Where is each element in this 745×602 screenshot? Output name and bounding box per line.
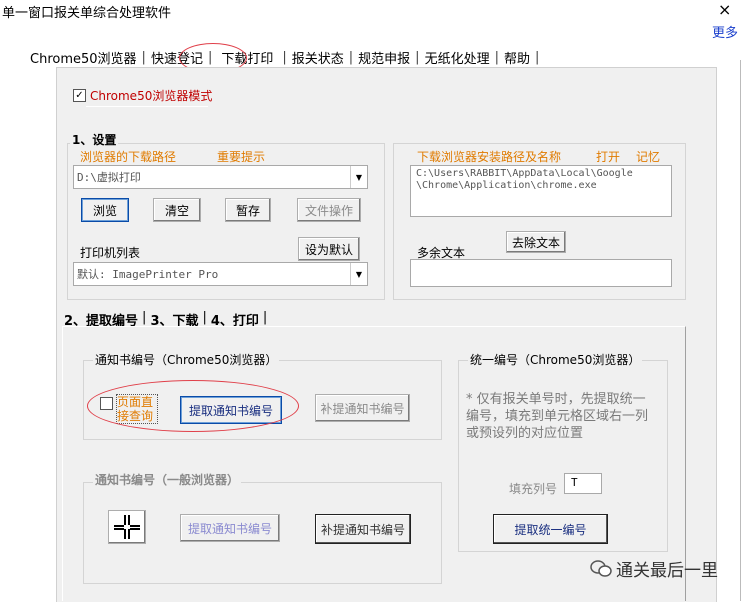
notice-chrome-title: 通知书编号（Chrome50浏览器） — [93, 351, 280, 368]
set-default-button[interactable]: 设为默认 — [298, 237, 360, 261]
fill-column-label: 填充列号 — [509, 482, 558, 496]
tab-customs-status[interactable]: 报关状态 — [290, 48, 346, 67]
open-link[interactable]: 打开 — [596, 148, 620, 165]
chevron-down-icon[interactable]: ▼ — [350, 166, 367, 188]
window-title: 单一窗口报关单综合处理软件 — [2, 6, 172, 21]
chrome-mode-checkbox-row[interactable]: ✓ Chrome50浏览器模式 — [73, 87, 212, 104]
tab-chrome50[interactable]: Chrome50浏览器 — [28, 48, 139, 67]
right-edge-strip — [740, 60, 741, 601]
highlight-circle-notice — [87, 380, 299, 432]
chrome-mode-checkbox[interactable]: ✓ — [73, 89, 86, 102]
unified-tip: * 仅有报关单号时，先提取统一编号，填充到单元格区域右一列或预设列的对应位置 — [466, 392, 649, 441]
chrome-mode-label: Chrome50浏览器模式 — [90, 89, 213, 103]
printer-value: 默认: ImagePrinter Pro — [77, 268, 219, 281]
unified-title: 统一编号（Chrome50浏览器） — [468, 351, 643, 368]
crosshair-svg — [114, 515, 140, 539]
more-link[interactable]: 更多 — [712, 22, 738, 41]
tab-help[interactable]: 帮助 — [502, 48, 532, 67]
tab-standard-declaration[interactable]: 规范申报 — [356, 48, 412, 67]
tab-separator: | — [415, 49, 420, 65]
settings-title: 1、设置 — [70, 131, 119, 148]
watermark: 通关最后一里 — [590, 556, 718, 581]
tab-separator: | — [141, 49, 146, 65]
fill-column-input[interactable]: T — [564, 473, 602, 494]
supplement-notice-general-button[interactable]: 补提通知书编号 — [315, 514, 411, 544]
printer-combo[interactable]: 默认: ImagePrinter Pro ▼ — [73, 262, 368, 286]
tab-separator: | — [348, 49, 354, 65]
notice-general-title: 通知书编号（一般浏览器） — [93, 471, 242, 488]
browser-install-label: 下载浏览器安装路径及名称 — [417, 150, 562, 164]
supplement-notice-button[interactable]: 补提通知书编号 — [315, 394, 410, 422]
chevron-down-icon[interactable]: ▼ — [350, 263, 367, 285]
extra-text-input[interactable] — [410, 259, 672, 287]
close-icon[interactable]: × — [718, 0, 731, 19]
wechat-icon — [590, 559, 612, 577]
browser-path-textarea[interactable]: C:\Users\RABBIT\AppData\Local\Google \Ch… — [410, 165, 672, 217]
printer-list-label: 打印机列表 — [80, 246, 141, 260]
download-path-combo[interactable]: D:\虚拟打印 ▼ — [73, 165, 368, 189]
tab-separator: | — [494, 49, 499, 65]
file-ops-button[interactable]: 文件操作 — [297, 198, 361, 222]
watermark-text: 通关最后一里 — [616, 561, 718, 581]
browser-path-line2: \Chrome\Application\chrome.exe — [416, 180, 597, 191]
chrome-mode-underline — [86, 106, 208, 107]
browse-button[interactable]: 浏览 — [81, 198, 129, 222]
download-path-label: 浏览器的下载路径 — [80, 150, 177, 164]
tab-separator: | — [282, 49, 287, 65]
download-path-value: D:\虚拟打印 — [77, 171, 141, 184]
crosshair-icon[interactable] — [108, 510, 146, 544]
tab-separator: | — [534, 49, 540, 65]
browser-path-line1: C:\Users\RABBIT\AppData\Local\Google — [416, 168, 633, 179]
important-tip-link[interactable]: 重要提示 — [217, 148, 265, 165]
extract-unified-button[interactable]: 提取统一编号 — [493, 514, 608, 544]
clear-button[interactable]: 清空 — [153, 198, 201, 222]
main-tab-bar: Chrome50浏览器 | 快速登记 | 下载打印 | 报关状态 | 规范申报 … — [28, 46, 542, 68]
tab-paperless[interactable]: 无纸化处理 — [423, 48, 492, 67]
remove-text-button[interactable]: 去除文本 — [506, 231, 566, 253]
remember-link[interactable]: 记忆 — [636, 148, 660, 165]
extract-notice-general-button[interactable]: 提取通知书编号 — [180, 514, 280, 542]
pause-button[interactable]: 暂存 — [225, 198, 271, 222]
